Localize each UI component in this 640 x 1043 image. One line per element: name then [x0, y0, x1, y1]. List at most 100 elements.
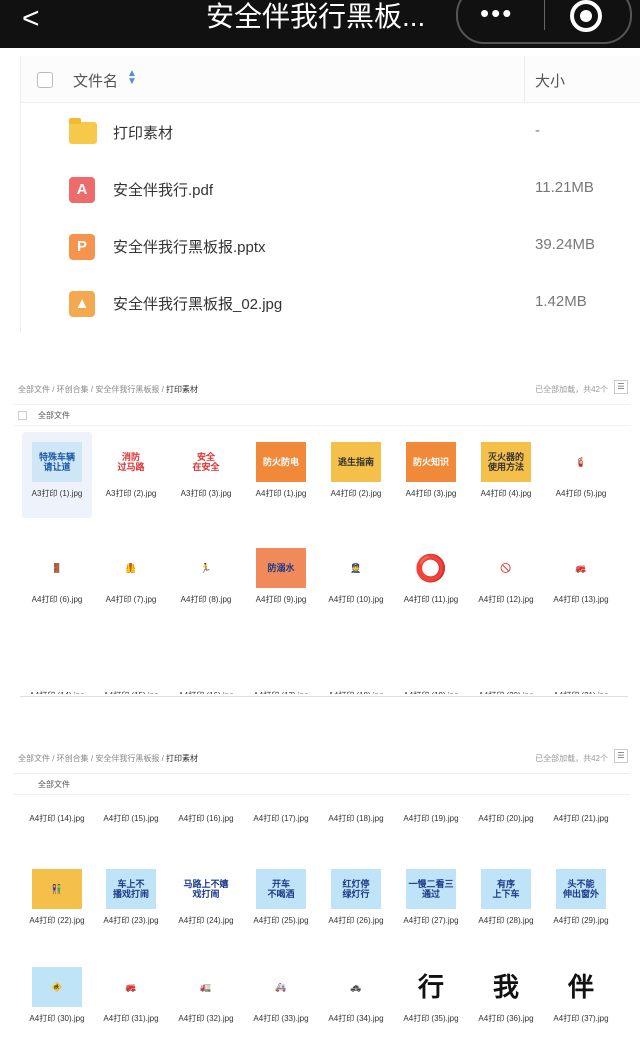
column-name-header[interactable]: 文件名	[73, 70, 118, 91]
file-thumbnail-item[interactable]: 🚸 A4打印 (30).jpg	[22, 957, 92, 1043]
back-icon[interactable]: <	[22, 2, 40, 36]
file-thumbnail-item[interactable]: 防火防电 A4打印 (1).jpg	[246, 432, 316, 518]
file-thumbnail-item[interactable]: 逃生指南 A4打印 (2).jpg	[321, 432, 391, 518]
file-label: A4打印 (19).jpg	[390, 690, 472, 694]
file-label: A4打印 (23).jpg	[103, 916, 159, 925]
file-thumbnail-item[interactable]: 行 A4打印 (35).jpg	[396, 957, 466, 1043]
file-name[interactable]: 安全伴我行黑板报_02.jpg	[113, 293, 282, 314]
file-row[interactable]: ▲ 安全伴我行黑板报_02.jpg 1.42MB	[21, 275, 640, 331]
file-thumbnail-item[interactable]: A4打印 (20).jpg	[471, 640, 541, 694]
file-name[interactable]: 打印素材	[113, 122, 173, 143]
file-thumbnail-item[interactable]: 消防 过马路 A3打印 (2).jpg	[96, 432, 166, 518]
more-icon[interactable]: •••	[480, 0, 513, 29]
file-thumbnail-item[interactable]: A4打印 (19).jpg	[396, 640, 466, 694]
file-thumbnail-item[interactable]: A4打印 (17).jpg	[246, 640, 316, 694]
file-thumbnail-item[interactable]: 安全 在安全 A3打印 (3).jpg	[171, 432, 241, 518]
column-size-header[interactable]: 大小	[535, 70, 565, 91]
pdf-icon: A	[69, 177, 95, 203]
file-thumbnail-item[interactable]: A4打印 (17).jpg	[246, 757, 316, 843]
file-thumbnail-item[interactable]: 👫 A4打印 (22).jpg	[22, 859, 92, 945]
file-row[interactable]: 打印素材 -	[21, 104, 640, 160]
file-thumbnail-item[interactable]: 🧯 A4打印 (5).jpg	[546, 432, 616, 518]
file-thumbnail-item[interactable]: 防火知识 A4打印 (3).jpg	[396, 432, 466, 518]
file-thumbnail-item[interactable]: 🚒 A4打印 (13).jpg	[546, 538, 616, 624]
file-thumbnail-item[interactable]: A4打印 (19).jpg	[396, 757, 466, 843]
file-name[interactable]: 安全伴我行.pdf	[113, 179, 213, 200]
file-thumbnail-item[interactable]: A4打印 (18).jpg	[321, 640, 391, 694]
file-row[interactable]: A 安全伴我行.pdf 11.21MB	[21, 161, 640, 217]
select-all-checkbox[interactable]	[37, 72, 53, 88]
list-view-icon[interactable]: ☰	[614, 749, 628, 763]
thumbnail-image: 🚛	[181, 967, 231, 1007]
file-thumbnail-item[interactable]: A4打印 (14).jpg	[22, 757, 92, 843]
thumbnail-image: 🚪	[32, 548, 82, 588]
file-thumbnail-item[interactable]: 车上不 播戏打闹 A4打印 (23).jpg	[96, 859, 166, 945]
file-name[interactable]: 安全伴我行黑板报.pptx	[113, 236, 266, 257]
pptx-icon: P	[69, 234, 95, 260]
select-all-row[interactable]: 全部文件	[14, 404, 630, 426]
file-label: A4打印 (14).jpg	[29, 814, 85, 823]
thumbnail-image: 🚒	[106, 967, 156, 1007]
file-thumbnail-item[interactable]: 马路上不嬉 戏打闹 A4打印 (24).jpg	[171, 859, 241, 945]
file-label: A4打印 (21).jpg	[540, 690, 622, 694]
file-thumbnail-item[interactable]: A4打印 (20).jpg	[471, 757, 541, 843]
breadcrumb[interactable]: 全部文件 / 环创合集 / 安全伴我行黑板报 / 打印素材	[18, 384, 198, 395]
file-thumbnail-item[interactable]: 👮 A4打印 (10).jpg	[321, 538, 391, 624]
file-thumbnail-item[interactable]: 🚒 A4打印 (31).jpg	[96, 957, 166, 1043]
file-label: A4打印 (7).jpg	[105, 595, 157, 604]
file-thumbnail-item[interactable]: A4打印 (15).jpg	[96, 757, 166, 843]
file-thumbnail-item[interactable]: 伴 A4打印 (37).jpg	[546, 957, 616, 1043]
file-thumbnail-item[interactable]: 防溺水 A4打印 (9).jpg	[246, 538, 316, 624]
file-thumbnail-item[interactable]: A4打印 (14).jpg	[22, 640, 92, 694]
file-label: A4打印 (16).jpg	[165, 690, 247, 694]
file-thumbnail-item[interactable]: 🚓 A4打印 (34).jpg	[321, 957, 391, 1043]
thumbnail-image: 消防 过马路	[106, 442, 156, 482]
file-thumbnail-item[interactable]: ⭕ A4打印 (11).jpg	[396, 538, 466, 624]
file-thumbnail-item[interactable]: A4打印 (21).jpg	[546, 640, 616, 694]
file-thumbnail-item[interactable]: A4打印 (18).jpg	[321, 757, 391, 843]
image-icon: ▲	[69, 291, 95, 317]
select-all-checkbox[interactable]	[18, 411, 27, 420]
file-label: A3打印 (3).jpg	[180, 489, 232, 498]
thumbnail-image: 👫	[32, 869, 82, 909]
file-thumbnail-item[interactable]: 开车 不喝酒 A4打印 (25).jpg	[246, 859, 316, 945]
file-thumbnail-item[interactable]: 🚛 A4打印 (32).jpg	[171, 957, 241, 1043]
file-label: A4打印 (37).jpg	[553, 1014, 609, 1023]
folder-icon	[69, 118, 97, 144]
gallery-panel-2: 全部文件 / 环创合集 / 安全伴我行黑板报 / 打印素材 已全部加载，共42个…	[14, 749, 630, 1035]
file-thumbnail-item[interactable]: 🚫 A4打印 (12).jpg	[471, 538, 541, 624]
file-thumbnail-item[interactable]: A4打印 (16).jpg	[171, 757, 241, 843]
file-thumbnail-item[interactable]: A4打印 (16).jpg	[171, 640, 241, 694]
breadcrumb-item[interactable]: 环创合集	[57, 385, 89, 394]
file-thumbnail-item[interactable]: A4打印 (21).jpg	[546, 757, 616, 843]
sort-icon[interactable]: ▲ ▼	[127, 69, 137, 87]
file-label: A4打印 (12).jpg	[478, 595, 534, 604]
breadcrumb-item[interactable]: 安全伴我行黑板报	[95, 385, 159, 394]
title-bar: < 安全伴我行黑板... •••	[0, 0, 640, 48]
file-thumbnail-item[interactable]: 🏃 A4打印 (8).jpg	[171, 538, 241, 624]
file-label: A4打印 (4).jpg	[480, 489, 532, 498]
file-thumbnail-item[interactable]: 🦺 A4打印 (7).jpg	[96, 538, 166, 624]
file-thumbnail-item[interactable]: 有序 上下车 A4打印 (28).jpg	[471, 859, 541, 945]
file-thumbnail-item[interactable]: 🚑 A4打印 (33).jpg	[246, 957, 316, 1043]
file-label: A4打印 (14).jpg	[16, 690, 98, 694]
file-label: A4打印 (36).jpg	[478, 1014, 534, 1023]
file-thumbnail-item[interactable]: 灭火器的 使用方法 A4打印 (4).jpg	[471, 432, 541, 518]
list-view-icon[interactable]: ☰	[614, 380, 628, 394]
file-label: A3打印 (1).jpg	[31, 489, 83, 498]
file-label: A4打印 (6).jpg	[31, 595, 83, 604]
file-row[interactable]: P 安全伴我行黑板报.pptx 39.24MB	[21, 218, 640, 274]
file-thumbnail-item[interactable]: 特殊车辆 请让道 A3打印 (1).jpg	[22, 432, 92, 518]
breadcrumb-item[interactable]: 全部文件	[18, 385, 50, 394]
file-thumbnail-item[interactable]: 我 A4打印 (36).jpg	[471, 957, 541, 1043]
file-thumbnail-item[interactable]: 红灯停 绿灯行 A4打印 (26).jpg	[321, 859, 391, 945]
thumbnail-image: 车上不 播戏打闹	[106, 869, 156, 909]
thumbnail-image: 伴	[556, 967, 606, 1007]
thumbnail-image: 灭火器的 使用方法	[481, 442, 531, 482]
file-thumbnail-item[interactable]: 一慢二看三 通过 A4打印 (27).jpg	[396, 859, 466, 945]
file-thumbnail-item[interactable]: 🚪 A4打印 (6).jpg	[22, 538, 92, 624]
file-thumbnail-item[interactable]: A4打印 (15).jpg	[96, 640, 166, 694]
breadcrumb-item[interactable]: 打印素材	[166, 385, 198, 394]
record-icon[interactable]	[570, 0, 602, 32]
file-thumbnail-item[interactable]: 头不能 伸出窗外 A4打印 (29).jpg	[546, 859, 616, 945]
